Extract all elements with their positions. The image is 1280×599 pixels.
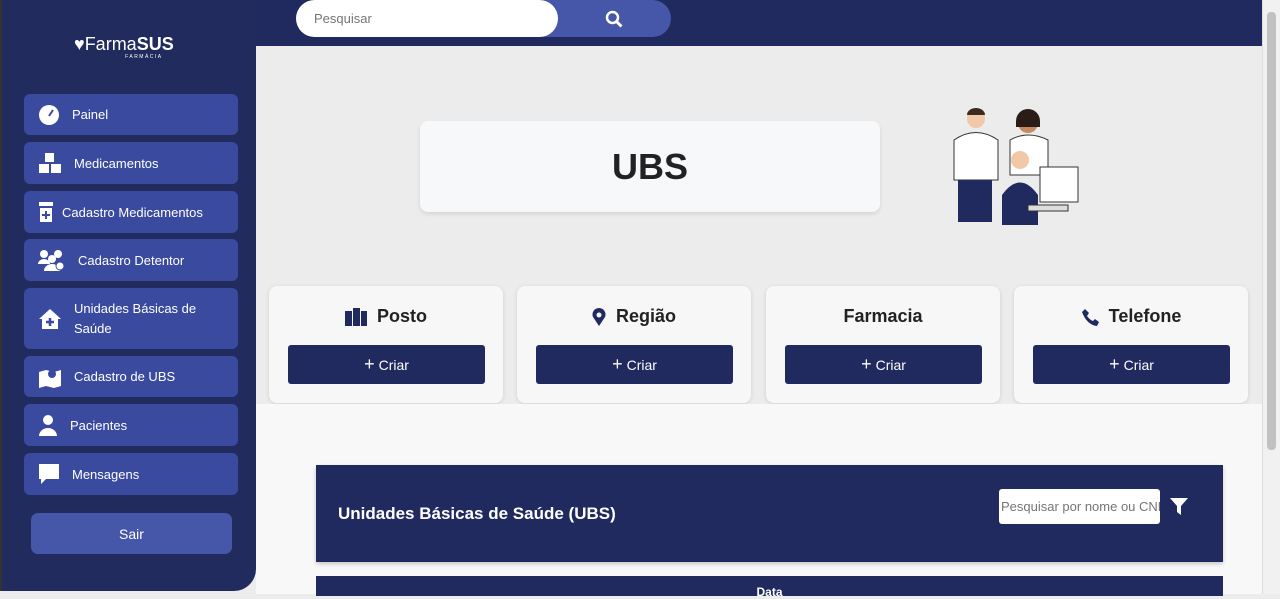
plus-icon: + — [612, 354, 623, 374]
sidebar-item-label: Cadastro de UBS — [74, 369, 176, 384]
sidebar-item-label: Pacientes — [70, 417, 128, 433]
criar-farmacia-button[interactable]: + Criar — [785, 345, 982, 384]
button-label: Criar — [1123, 356, 1154, 373]
button-label: Criar — [378, 356, 409, 373]
user-doctor-icon — [39, 415, 57, 436]
filter-icon[interactable] — [1170, 498, 1188, 515]
ubs-header: Unidades Básicas de Saúde (UBS) — [316, 465, 1223, 562]
sidebar-item-pacientes[interactable]: Pacientes — [24, 404, 238, 446]
message-icon — [39, 464, 59, 484]
card-farmacia: Farmacia + Criar — [766, 286, 1000, 403]
card-title: Telefone — [1108, 306, 1182, 326]
table-header: Data — [316, 576, 1223, 599]
sidebar-item-cadastro-detentor[interactable]: Cadastro Detentor — [24, 239, 238, 281]
ubs-search-input[interactable] — [999, 489, 1160, 524]
prescription-bottle-icon — [39, 202, 53, 222]
phone-icon — [1081, 308, 1099, 326]
plus-icon: + — [1109, 354, 1120, 374]
topbar — [256, 0, 1262, 46]
ubs-title: Unidades Básicas de Saúde (UBS) — [338, 504, 616, 523]
ubs-section: Unidades Básicas de Saúde (UBS) Data — [256, 404, 1262, 599]
sidebar-item-label: Mensagens — [72, 466, 140, 482]
boxes-icon — [39, 153, 61, 173]
plus-icon: + — [364, 354, 375, 374]
sidebar-item-medicamentos[interactable]: Medicamentos — [24, 142, 238, 184]
button-label: Criar — [875, 356, 906, 373]
sidebar-item-cadastro-ubs[interactable]: Cadastro de UBS — [24, 356, 238, 397]
users-gear-icon — [38, 250, 65, 271]
card-title: Região — [615, 306, 676, 326]
sidebar-item-cadastro-medicamentos[interactable]: Cadastro Medicamentos — [24, 191, 238, 233]
sidebar-item-label: Medicamentos — [74, 155, 159, 171]
page-title: UBS — [420, 121, 880, 212]
criar-regiao-button[interactable]: + Criar — [536, 345, 733, 384]
search-icon — [605, 10, 623, 28]
logo: ♥FarmaSUS FARMÁCIA — [74, 34, 174, 60]
logo-brand: SUS — [136, 34, 174, 54]
heart-pulse-icon: ♥ — [74, 34, 85, 54]
gauge-icon — [39, 104, 59, 125]
card-telefone: Telefone + Criar — [1014, 286, 1248, 403]
logo-sub: FARMÁCIA — [125, 54, 163, 60]
scrollbar-thumb[interactable] — [1267, 12, 1276, 450]
logo-name: Farma — [84, 34, 137, 54]
sidebar: ♥FarmaSUS FARMÁCIA Painel Medicamentos C… — [0, 0, 256, 591]
card-regiao: Região + Criar — [517, 286, 751, 403]
criar-posto-button[interactable]: + Criar — [288, 345, 485, 384]
column-header-data: Data — [756, 585, 783, 599]
criar-telefone-button[interactable]: + Criar — [1033, 345, 1230, 384]
card-title: Posto — [376, 306, 427, 326]
sidebar-item-label: Cadastro Detentor — [78, 252, 185, 268]
house-medical-icon — [39, 308, 61, 329]
card-title: Farmacia — [843, 306, 923, 326]
sidebar-item-unidades-basicas[interactable]: Unidades Básicas de Saúde — [24, 288, 238, 349]
logout-button[interactable]: Sair — [31, 513, 232, 554]
button-label: Criar — [626, 356, 657, 373]
sidebar-item-mensagens[interactable]: Mensagens — [24, 453, 238, 495]
map-location-icon — [39, 369, 61, 388]
sidebar-item-label: Unidades Básicas de Saúde — [74, 300, 197, 336]
sidebar-item-label: Painel — [72, 107, 109, 122]
sidebar-item-label: Cadastro Medicamentos — [62, 204, 203, 220]
search-input[interactable] — [296, 0, 558, 37]
card-posto: Posto + Criar — [269, 286, 503, 403]
plus-icon: + — [861, 354, 872, 374]
building-icon — [344, 307, 367, 326]
team-illustration — [953, 108, 1079, 225]
location-pin-icon — [592, 307, 606, 326]
scrollbar[interactable] — [1262, 0, 1280, 594]
sidebar-item-painel[interactable]: Painel — [24, 94, 238, 135]
